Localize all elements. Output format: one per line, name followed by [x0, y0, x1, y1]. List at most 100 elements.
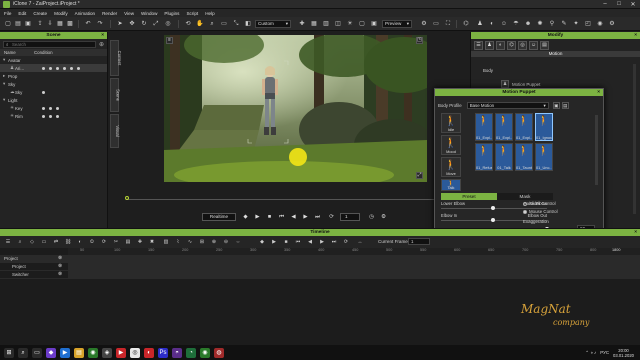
viewport-menu-icon[interactable]: ≡ — [166, 37, 173, 44]
camera-add-icon[interactable]: ✚ — [298, 20, 306, 28]
folder-icon[interactable]: ▤ — [74, 347, 84, 358]
profile-mood[interactable]: 🚶 Mood — [441, 135, 461, 155]
app-icon[interactable]: ◔ — [186, 347, 196, 358]
track-options-icon[interactable]: ⊗ — [58, 255, 62, 261]
close-icon[interactable]: ✕ — [626, 1, 640, 8]
export-icon[interactable]: ⇩ — [46, 20, 54, 28]
screen-icon[interactable]: ▭ — [432, 20, 440, 28]
close-panel-icon[interactable]: × — [634, 32, 637, 39]
menu-render[interactable]: Render — [102, 11, 117, 16]
profile-talk[interactable]: 🚶 Talk — [441, 179, 461, 191]
motion-puppet-button[interactable]: ♟ Motion Puppet — [501, 80, 540, 88]
app-icon[interactable]: ◐ — [144, 347, 154, 358]
stop-icon[interactable]: ■ — [266, 214, 273, 221]
fit-icon[interactable]: ⇔ — [234, 238, 242, 246]
graph-icon[interactable]: ⌇ — [174, 238, 182, 246]
timecode-icon[interactable]: ◷ — [368, 214, 375, 221]
zoom-out-icon[interactable]: ⊖ — [222, 238, 230, 246]
next-frame-icon[interactable]: ⏭ — [314, 214, 321, 221]
tl-stop-icon[interactable]: ■ — [282, 238, 290, 246]
menu-file[interactable]: File — [4, 11, 11, 16]
step-back-icon[interactable]: ◀ — [290, 214, 297, 221]
menu-plugins[interactable]: Plugins — [164, 11, 179, 16]
body-profile-select[interactable]: Base Motion ▾ — [466, 101, 549, 109]
physics-tab-icon[interactable]: ⌬ — [507, 40, 516, 50]
render-settings-icon[interactable]: ⚙ — [420, 20, 428, 28]
current-frame-field[interactable]: 1 — [408, 238, 430, 245]
new-project-icon[interactable]: ▢ — [4, 20, 12, 28]
lang-indicator[interactable]: РУС — [600, 350, 609, 355]
tab-scene[interactable]: Scene — [110, 78, 120, 112]
motion-thumb[interactable]: 🚶01_Ignora... — [535, 113, 553, 141]
camera-fit-icon[interactable]: ▭ — [220, 20, 228, 28]
monitor-icon[interactable]: ▣ — [370, 20, 378, 28]
track-project[interactable]: Project ⊗ — [0, 255, 640, 263]
video-icon[interactable]: ▩ — [66, 20, 74, 28]
clock[interactable]: 20:00 03.01.2020 — [613, 348, 634, 358]
view-icon[interactable]: ◫ — [334, 20, 342, 28]
visibility-marks[interactable] — [42, 106, 59, 110]
settings-icon[interactable]: ⚙ — [380, 214, 387, 221]
tray-icons[interactable]: ⌃ ◑ ♪ — [585, 350, 596, 356]
camera-cut-icon[interactable]: ⤡ — [232, 20, 240, 28]
cloth-icon[interactable]: ☂ — [512, 20, 520, 28]
break-icon[interactable]: ✂ — [112, 238, 120, 246]
task-view-icon[interactable]: ▭ — [32, 347, 42, 358]
material-icon[interactable]: ◐ — [496, 40, 505, 50]
speed-icon[interactable]: ⏲ — [88, 238, 96, 246]
menu-create[interactable]: Create — [33, 11, 47, 16]
menu-animation[interactable]: Animation — [75, 11, 95, 16]
tab-mask[interactable]: Mask — [497, 193, 553, 200]
visibility-marks[interactable] — [42, 90, 45, 94]
record-icon[interactable]: ◆ — [242, 214, 249, 221]
motions-scrollbar[interactable] — [595, 115, 598, 185]
layout-icon[interactable]: ▥ — [322, 20, 330, 28]
time-slider-handle[interactable] — [125, 196, 129, 200]
save-icon[interactable]: ▣ — [24, 20, 32, 28]
app-icon[interactable]: ◍ — [214, 347, 224, 358]
blend-icon[interactable]: ◐ — [76, 238, 84, 246]
search-icon[interactable]: ⌕ — [18, 347, 28, 358]
scene-row-key-light[interactable]: ☀ Key — [0, 104, 107, 112]
tab-preset[interactable]: Preset — [441, 193, 497, 200]
camera-select[interactable]: Custom — [255, 20, 291, 28]
playback-mode-select[interactable]: Realtime — [202, 213, 236, 221]
pick-icon[interactable]: ◎ — [164, 20, 172, 28]
prev-frame-icon[interactable]: ⏮ — [278, 214, 285, 221]
menu-edit[interactable]: Edit — [18, 11, 26, 16]
motion-thumb[interactable]: 🚶 01_Unc... — [535, 143, 553, 171]
tl-last-icon[interactable]: ⏭ — [330, 238, 338, 246]
motion-tab-icon[interactable]: ♟ — [485, 40, 494, 50]
camera-icon[interactable]: ◧ — [244, 20, 252, 28]
tl-fwd-icon[interactable]: ▶ — [318, 238, 326, 246]
step-forward-icon[interactable]: ▶ — [302, 214, 309, 221]
track-bar[interactable] — [68, 271, 640, 278]
skin-icon[interactable]: ☺ — [500, 20, 508, 28]
chrome-icon[interactable]: ◎ — [130, 347, 140, 358]
remove-key-icon[interactable]: ✖ — [148, 238, 156, 246]
slider-control-radio[interactable]: Slider Control — [523, 201, 556, 206]
character-icon[interactable]: ♟ — [476, 20, 484, 28]
profile-idle[interactable]: 🚶 Idle — [441, 113, 461, 133]
track-bar[interactable] — [68, 263, 640, 270]
zoom-in-icon[interactable]: ⊕ — [210, 238, 218, 246]
physics-icon[interactable]: ✺ — [536, 20, 544, 28]
snap-icon[interactable]: ⊞ — [198, 238, 206, 246]
scene-search-input[interactable]: ⌕ Search — [3, 40, 96, 48]
tl-record-icon[interactable]: ◆ — [258, 238, 266, 246]
tl-loop-icon[interactable]: ⟳ — [342, 238, 350, 246]
app-icon[interactable]: ◓ — [172, 347, 182, 358]
display-icon[interactable]: ▢ — [358, 20, 366, 28]
rotate-icon[interactable]: ↻ — [140, 20, 148, 28]
motion-thumb[interactable]: 🚶 01_Taunt — [515, 143, 533, 171]
attributes-icon[interactable]: ☰ — [474, 40, 483, 50]
close-dialog-icon[interactable]: × — [597, 89, 600, 96]
preview-select[interactable]: Preview — [382, 20, 412, 28]
app-icon[interactable]: ◆ — [46, 347, 56, 358]
key-icon[interactable]: ◇ — [28, 238, 36, 246]
menu-window[interactable]: Window — [141, 11, 157, 16]
light-icon[interactable]: ☀ — [346, 20, 354, 28]
column-condition[interactable]: Condition — [30, 49, 60, 56]
open-folder-icon[interactable]: ▤ — [14, 20, 22, 28]
scale-icon[interactable]: ⤢ — [152, 20, 160, 28]
